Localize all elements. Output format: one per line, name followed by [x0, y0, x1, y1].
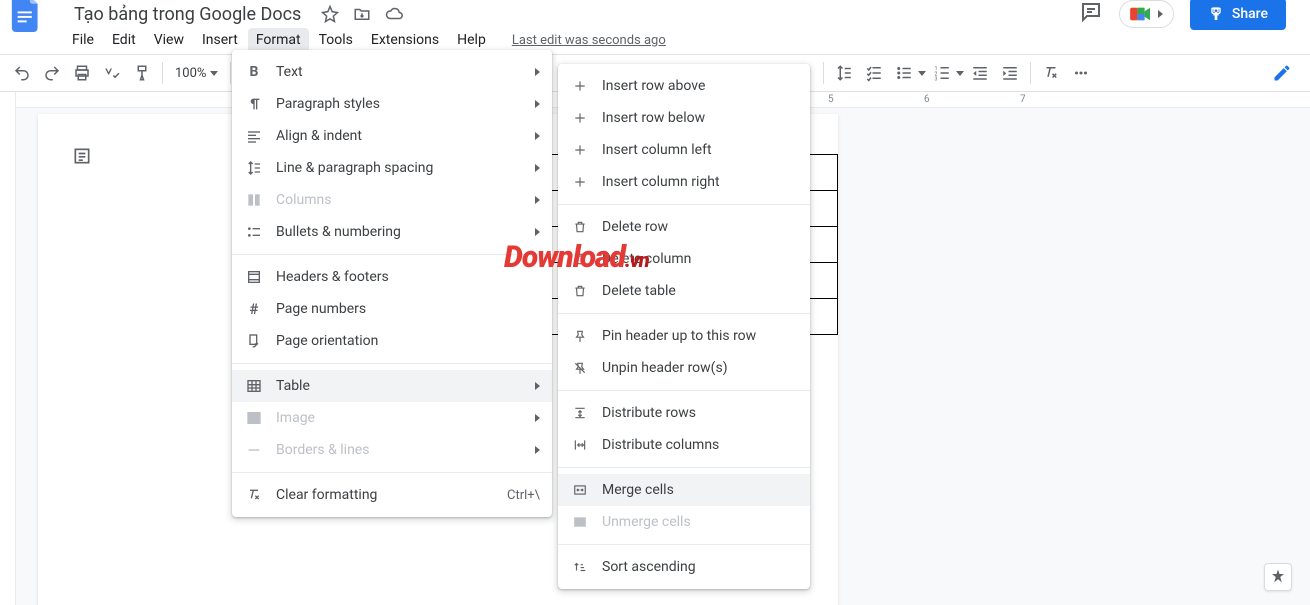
paint-format-button[interactable]	[128, 59, 156, 87]
more-button[interactable]	[1067, 59, 1095, 87]
print-button[interactable]	[68, 59, 96, 87]
format-table[interactable]: Table	[232, 370, 552, 402]
outline-icon[interactable]	[68, 142, 96, 170]
menu-view[interactable]: View	[146, 28, 192, 52]
chevron-down-icon[interactable]	[956, 71, 964, 76]
docs-logo[interactable]	[8, 0, 44, 32]
header-footer-icon	[244, 269, 264, 285]
plus-icon	[570, 111, 590, 125]
share-button[interactable]: Share	[1190, 0, 1286, 30]
increase-indent-button[interactable]	[996, 59, 1024, 87]
menu-insert[interactable]: Insert	[194, 28, 246, 52]
comments-icon[interactable]	[1079, 0, 1103, 28]
chevron-down-icon	[1158, 10, 1163, 18]
format-page-numbers[interactable]: # Page numbers	[232, 293, 552, 325]
hash-icon: #	[244, 300, 264, 318]
checklist-button[interactable]	[860, 59, 888, 87]
spellcheck-button[interactable]	[98, 59, 126, 87]
star-icon[interactable]	[321, 5, 339, 23]
table-delete-column[interactable]: Delete column	[558, 243, 810, 275]
chevron-down-icon[interactable]	[918, 71, 926, 76]
table-insert-row-below[interactable]: Insert row below	[558, 102, 810, 134]
redo-button[interactable]	[38, 59, 66, 87]
table-insert-col-left[interactable]: Insert column left	[558, 134, 810, 166]
plus-icon	[570, 79, 590, 93]
menu-format[interactable]: Format	[248, 28, 309, 52]
table-delete-row[interactable]: Delete row	[558, 211, 810, 243]
table-insert-row-above[interactable]: Insert row above	[558, 70, 810, 102]
share-label: Share	[1232, 6, 1268, 22]
unmerge-icon	[570, 515, 590, 529]
orientation-icon	[244, 333, 264, 349]
unpin-icon	[570, 361, 590, 375]
format-paragraph-styles[interactable]: Paragraph styles	[232, 88, 552, 120]
bold-icon: B	[244, 64, 264, 80]
paragraph-icon	[244, 96, 264, 112]
table-distribute-rows[interactable]: Distribute rows	[558, 397, 810, 429]
sort-asc-icon	[570, 560, 590, 574]
menu-tools[interactable]: Tools	[311, 28, 361, 52]
trash-icon	[570, 220, 590, 234]
undo-button[interactable]	[8, 59, 36, 87]
chevron-down-icon	[210, 71, 218, 76]
table-delete-table[interactable]: Delete table	[558, 275, 810, 307]
meet-button[interactable]	[1119, 0, 1174, 28]
table-pin-header[interactable]: Pin header up to this row	[558, 320, 810, 352]
format-headers-footers[interactable]: Headers & footers	[232, 261, 552, 293]
columns-icon	[244, 192, 264, 208]
doc-title[interactable]: Tạo bảng trong Google Docs	[68, 4, 307, 25]
menu-edit[interactable]: Edit	[104, 28, 144, 52]
distribute-columns-icon	[570, 438, 590, 452]
clear-format-icon	[244, 487, 264, 503]
format-page-orientation[interactable]: Page orientation	[232, 325, 552, 357]
zoom-select[interactable]: 100%	[169, 66, 224, 81]
merge-icon	[570, 483, 590, 497]
align-icon	[244, 128, 264, 144]
menubar: File Edit View Insert Format Tools Exten…	[0, 26, 1310, 54]
line-icon	[244, 442, 264, 458]
menu-help[interactable]: Help	[449, 28, 494, 52]
decrease-indent-button[interactable]	[966, 59, 994, 87]
format-align-indent[interactable]: Align & indent	[232, 120, 552, 152]
format-text[interactable]: B Text	[232, 56, 552, 88]
numbered-list-button[interactable]: 123	[928, 59, 956, 87]
pin-icon	[570, 329, 590, 343]
list-icon	[244, 224, 264, 240]
line-spacing-icon	[244, 160, 264, 176]
line-spacing-button[interactable]	[830, 59, 858, 87]
format-columns: Columns	[232, 184, 552, 216]
table-merge-cells[interactable]: Merge cells	[558, 474, 810, 506]
image-icon	[244, 410, 264, 426]
menu-extensions[interactable]: Extensions	[363, 28, 447, 52]
table-icon	[244, 378, 264, 394]
format-clear-formatting[interactable]: Clear formatting Ctrl+\	[232, 479, 552, 511]
menu-file[interactable]: File	[64, 28, 102, 52]
cloud-icon[interactable]	[385, 5, 403, 23]
format-borders-lines: Borders & lines	[232, 434, 552, 466]
format-image: Image	[232, 402, 552, 434]
clear-formatting-button[interactable]	[1037, 59, 1065, 87]
vertical-ruler	[0, 92, 16, 605]
table-sort-ascending[interactable]: Sort ascending	[558, 551, 810, 583]
table-unpin-header[interactable]: Unpin header row(s)	[558, 352, 810, 384]
table-insert-col-right[interactable]: Insert column right	[558, 166, 810, 198]
plus-icon	[570, 175, 590, 189]
trash-icon	[570, 284, 590, 298]
last-edit-link[interactable]: Last edit was seconds ago	[512, 33, 666, 48]
svg-text:3: 3	[935, 77, 938, 83]
bulleted-list-button[interactable]	[890, 59, 918, 87]
table-unmerge-cells: Unmerge cells	[558, 506, 810, 538]
trash-icon	[570, 252, 590, 266]
table-submenu: Insert row above Insert row below Insert…	[558, 64, 810, 589]
explore-button[interactable]	[1264, 563, 1292, 591]
move-icon[interactable]	[353, 5, 371, 23]
distribute-rows-icon	[570, 406, 590, 420]
table-distribute-columns[interactable]: Distribute columns	[558, 429, 810, 461]
format-line-spacing[interactable]: Line & paragraph spacing	[232, 152, 552, 184]
editing-mode-button[interactable]	[1266, 57, 1298, 89]
plus-icon	[570, 143, 590, 157]
format-bullets-numbering[interactable]: Bullets & numbering	[232, 216, 552, 248]
format-menu: B Text Paragraph styles Align & indent L…	[232, 50, 552, 517]
